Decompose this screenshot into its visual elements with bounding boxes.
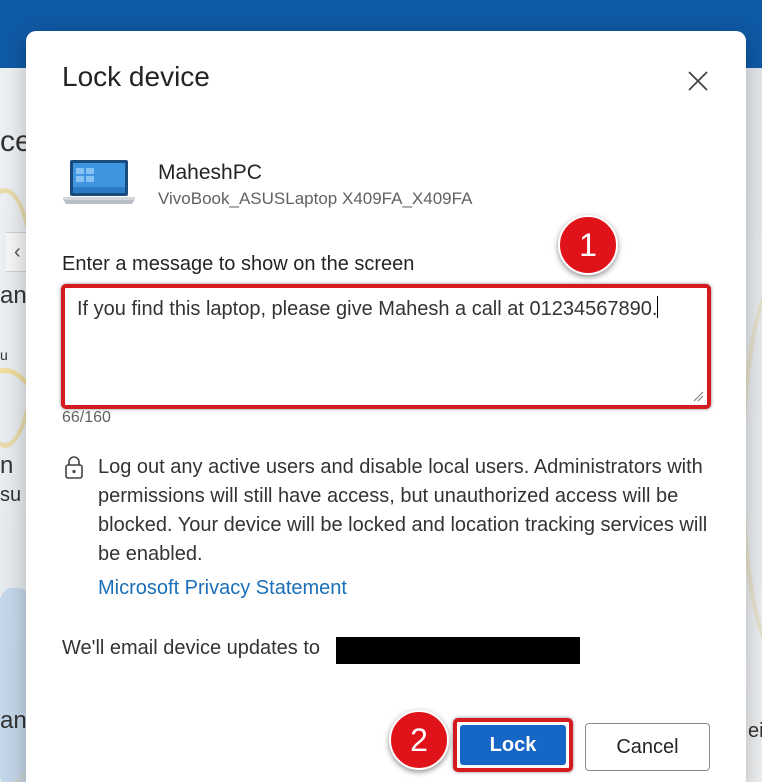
redacted-email — [336, 637, 580, 664]
lock-device-dialog: Lock device MaheshPC VivoBook_ASUSLaptop… — [26, 31, 746, 782]
email-updates-label: We'll email device updates to — [62, 637, 321, 659]
bg-text-fragment: ei — [748, 720, 762, 742]
bg-text-fragment: an — [0, 707, 27, 734]
character-counter: 66/160 — [62, 409, 111, 426]
bg-text-fragment: n — [0, 452, 14, 479]
privacy-statement-link[interactable]: Microsoft Privacy Statement — [98, 577, 347, 600]
chevron-left-icon: ‹ — [14, 241, 21, 263]
text-caret — [657, 296, 659, 318]
device-name: MaheshPC — [158, 161, 262, 184]
message-label: Enter a message to show on the screen — [62, 253, 415, 275]
laptop-icon — [63, 160, 135, 204]
bg-text-fragment: an — [0, 282, 27, 309]
close-icon — [688, 71, 708, 91]
message-text: If you find this laptop, please give Mah… — [77, 298, 658, 320]
lock-icon — [65, 456, 83, 479]
device-model: VivoBook_ASUSLaptop X409FA_X409FA — [158, 189, 473, 208]
lock-info-text: Log out any active users and disable loc… — [98, 456, 708, 565]
bg-text-fragment: su — [0, 484, 22, 506]
lock-button[interactable]: Lock — [460, 725, 566, 765]
bg-text-fragment: u — [0, 347, 8, 363]
step-marker-2: 2 — [389, 710, 449, 770]
resize-grip-icon[interactable] — [692, 390, 704, 402]
close-button[interactable] — [680, 63, 716, 99]
lock-button-highlight: Lock — [453, 718, 573, 772]
cancel-button[interactable]: Cancel — [585, 723, 710, 771]
dialog-title: Lock device — [62, 61, 210, 92]
message-textarea[interactable]: If you find this laptop, please give Mah… — [61, 284, 711, 409]
step-marker-1: 1 — [558, 215, 618, 275]
